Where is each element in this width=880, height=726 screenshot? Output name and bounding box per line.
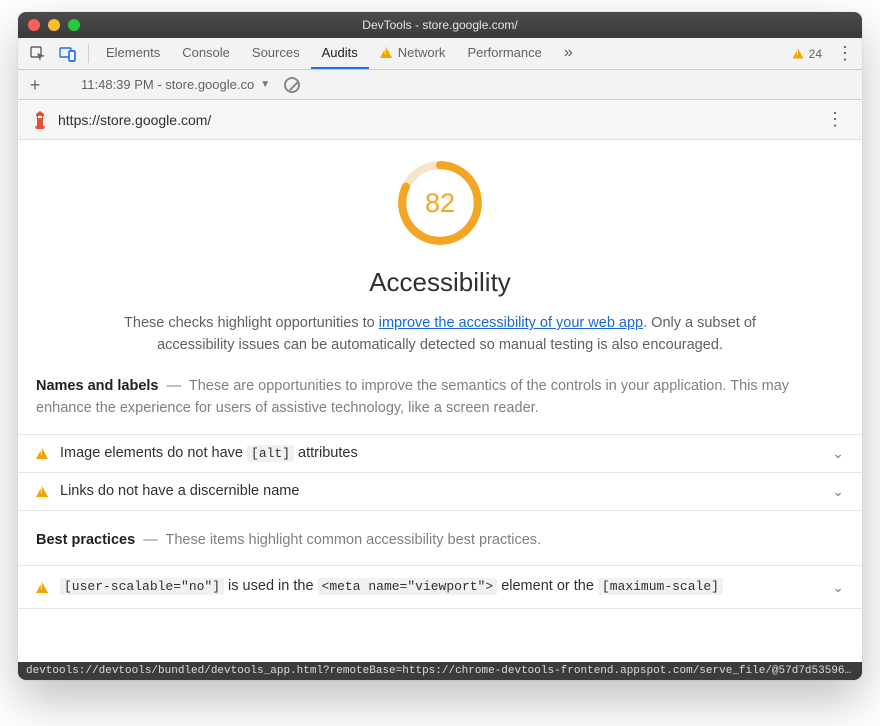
audit-report: 82 Accessibility These checks highlight … [18, 140, 862, 680]
new-audit-button[interactable]: + [26, 76, 44, 94]
warning-icon [36, 582, 48, 593]
audit-text: Links do not have a discernible name [60, 483, 299, 499]
score-gauge: 82 Accessibility These checks highlight … [18, 158, 862, 357]
main-menu-icon[interactable]: ⋮ [832, 38, 858, 69]
score-value: 82 [425, 188, 455, 218]
audit-select-label: 11:48:39 PM - store.google.co [81, 77, 254, 92]
report-url: https://store.google.com/ [58, 112, 211, 128]
section-desc: These items highlight common accessibili… [166, 532, 542, 548]
warnings-count: 24 [809, 47, 822, 61]
close-window-button[interactable] [28, 19, 40, 31]
names-labels-audits: Image elements do not have [alt] attribu… [18, 434, 862, 511]
audit-viewport-scalable[interactable]: [user-scalable="no"] is used in the <met… [18, 566, 862, 609]
tab-overflow[interactable]: » [553, 38, 584, 69]
audit-select-dropdown[interactable]: 11:48:39 PM - store.google.co ▼ [81, 77, 270, 92]
warning-icon [36, 486, 48, 497]
traffic-lights [28, 19, 80, 31]
best-practices-audits: [user-scalable="no"] is used in the <met… [18, 565, 862, 609]
warning-icon [36, 448, 48, 459]
audits-toolbar: + 11:48:39 PM - store.google.co ▼ [18, 70, 862, 100]
warning-icon [380, 47, 392, 58]
main-tab-strip: Elements Console Sources Audits Network … [18, 38, 862, 70]
tab-network[interactable]: Network [369, 38, 457, 69]
chevron-down-icon: ⌄ [832, 579, 844, 596]
audit-link-name[interactable]: Links do not have a discernible name ⌄ [18, 473, 862, 511]
audit-text: [user-scalable="no"] is used in the <met… [60, 576, 820, 598]
report-menu-icon[interactable]: ⋮ [822, 109, 848, 130]
separator [88, 44, 89, 63]
chevron-down-icon: ⌄ [832, 445, 844, 462]
warnings-chip[interactable]: 24 [784, 38, 830, 69]
section-best-practices: Best practices — These items highlight c… [18, 511, 862, 557]
audit-image-alt[interactable]: Image elements do not have [alt] attribu… [18, 435, 862, 473]
warning-icon [792, 49, 803, 59]
tab-network-label: Network [398, 45, 446, 60]
minimize-window-button[interactable] [48, 19, 60, 31]
chevron-down-icon: ▼ [260, 79, 270, 90]
tab-console[interactable]: Console [171, 38, 241, 69]
tab-elements[interactable]: Elements [95, 38, 171, 69]
inspect-element-icon[interactable] [24, 38, 52, 69]
window-title: DevTools - store.google.com/ [18, 18, 862, 32]
tab-performance[interactable]: Performance [456, 38, 552, 69]
section-title: Best practices [36, 532, 135, 548]
panel-tabs: Elements Console Sources Audits Network … [95, 38, 584, 69]
lighthouse-icon [32, 111, 48, 129]
audit-text: Image elements do not have [alt] attribu… [60, 445, 358, 461]
report-header: https://store.google.com/ ⋮ [18, 100, 862, 140]
clear-button-icon[interactable] [284, 77, 300, 93]
zoom-window-button[interactable] [68, 19, 80, 31]
device-toolbar-icon[interactable] [54, 38, 82, 69]
section-names-labels: Names and labels — These are opportuniti… [18, 357, 862, 426]
category-title: Accessibility [18, 267, 862, 298]
devtools-window: DevTools - store.google.com/ Elements Co… [18, 12, 862, 680]
chevron-down-icon: ⌄ [832, 483, 844, 500]
status-bar: devtools://devtools/bundled/devtools_app… [18, 662, 862, 680]
section-title: Names and labels [36, 378, 159, 394]
accessibility-docs-link[interactable]: improve the accessibility of your web ap… [379, 315, 643, 331]
tab-audits[interactable]: Audits [311, 38, 369, 69]
window-titlebar: DevTools - store.google.com/ [18, 12, 862, 38]
category-description: These checks highlight opportunities to … [120, 312, 760, 357]
tab-sources[interactable]: Sources [241, 38, 311, 69]
